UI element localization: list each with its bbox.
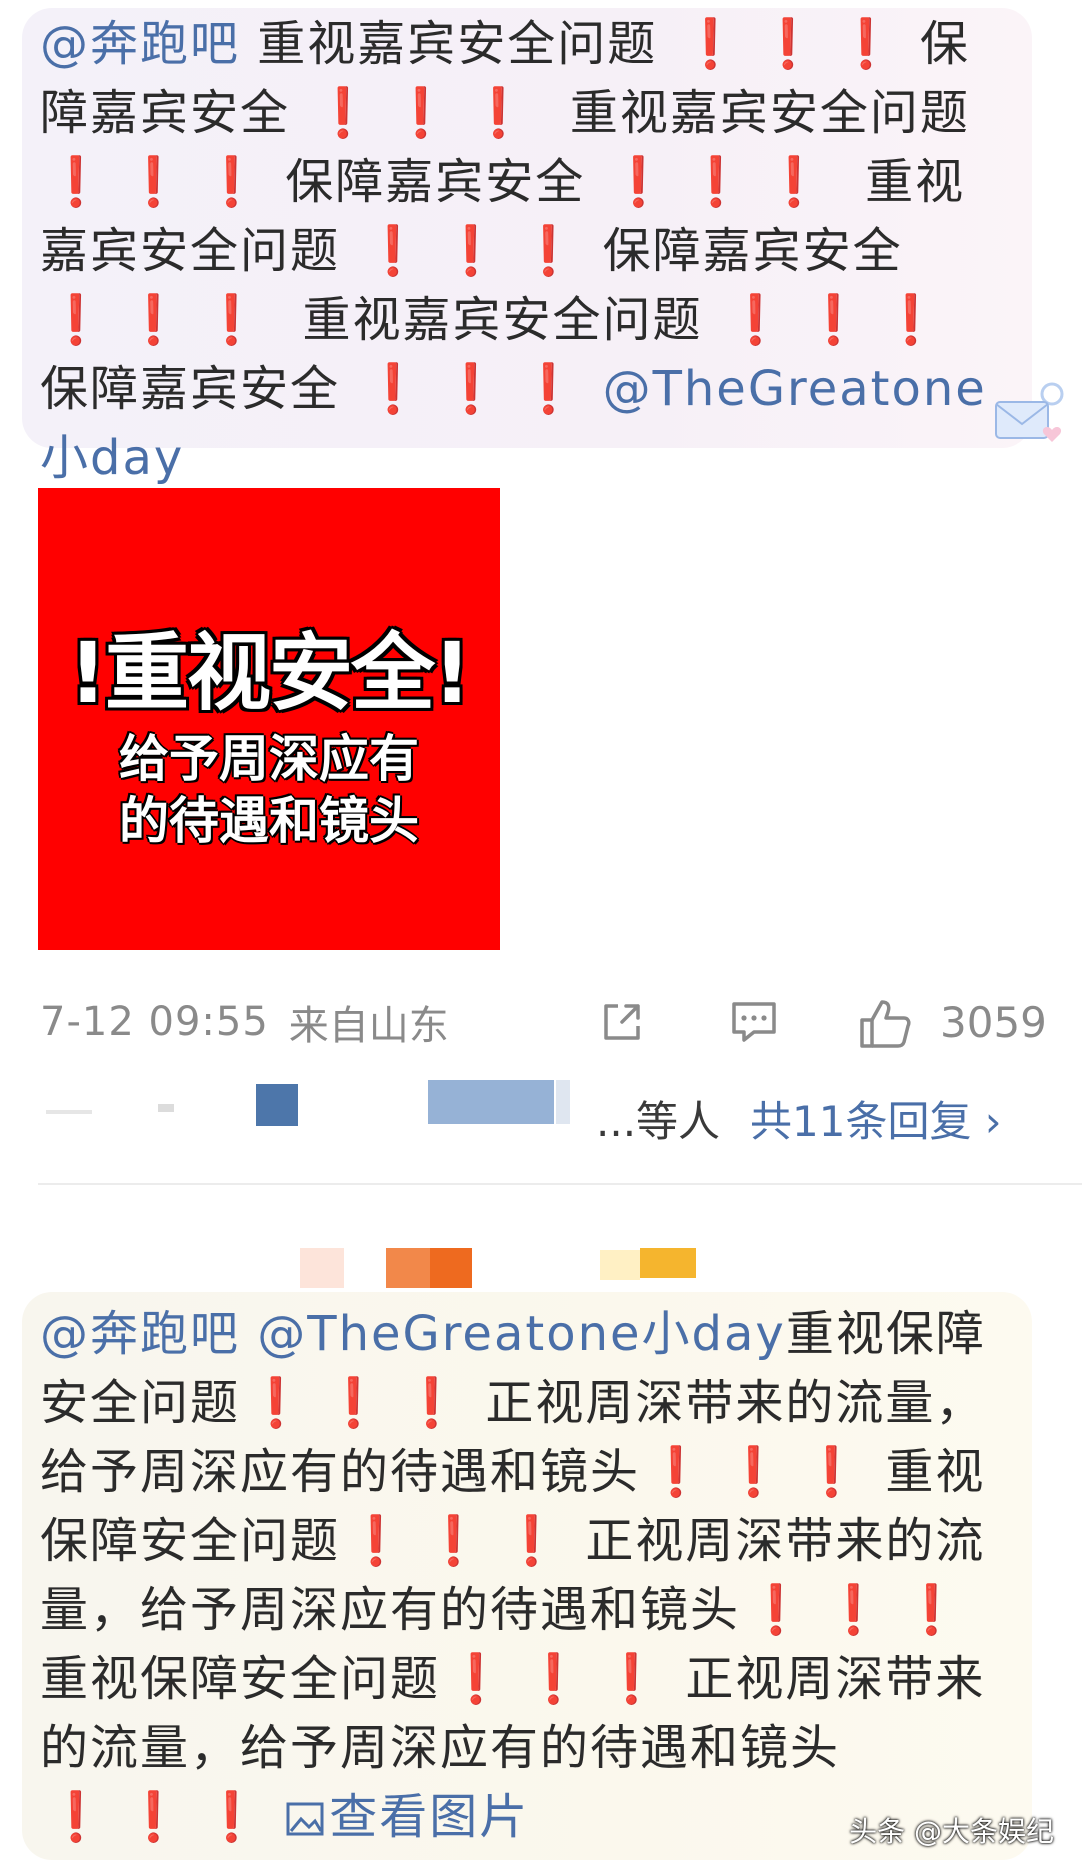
exclamation-emoji: ❗❗❗ [46,1789,280,1845]
image-card-subtitle: 给予周深应有 的待遇和镜头 [38,728,500,852]
comment-meta-row: 7-12 09:55 来自山东 3059 [40,992,1047,1052]
comment-timestamp: 7-12 09:55 [40,999,269,1045]
comment-text-segment: 重视保障安全问题 [40,1651,441,1707]
comment-location: 来自山东 [288,1003,449,1049]
comment-text-segment: 保障嘉宾安全 [285,154,603,210]
replies-row[interactable]: ...等人 共11条回复 › [40,1072,1040,1152]
blurred-name [386,1248,430,1288]
image-icon [286,1802,324,1836]
blurred-name [428,1080,554,1124]
blurred-name [640,1248,696,1278]
exclamation-emoji: ❗❗❗ [313,85,547,141]
envelope-sticker-icon [995,382,1064,442]
image-card-subtitle-line1: 给予周深应有 [119,730,419,788]
exclamation-emoji: ❗❗❗ [46,292,280,348]
view-image-link[interactable]: 查看图片 [285,1789,529,1845]
exclamation-emoji: ❗❗❗ [608,154,842,210]
mention-link[interactable]: @奔跑吧 [40,16,240,72]
blurred-name [300,1248,344,1288]
watermark: 头条 @大条娱纪 [849,1815,1054,1848]
like-count: 3059 [940,998,1047,1047]
exclamation-emoji: ❗❗❗ [46,154,280,210]
exclamation-emoji: ❗❗❗ [446,1651,680,1707]
blurred-name [158,1104,174,1112]
view-replies-link[interactable]: 共11条回复 › [750,1088,1002,1149]
exclamation-emoji: ❗❗❗ [746,1582,980,1638]
blurred-name [46,1110,92,1114]
comment-text-segment: 保障嘉宾安全 [40,361,358,417]
comment-text-segment: 重视嘉宾安全问题 [285,292,720,348]
view-image-label: 查看图片 [329,1789,530,1845]
comment-2-text: @奔跑吧 @TheGreatone小day重视保障安全问题 ❗❗❗ 正视周深带来的流… [40,1300,1015,1852]
exclamation-emoji: ❗❗❗ [346,1513,580,1569]
commenter-name-blurred [300,1240,760,1290]
blurred-avatar [256,1084,298,1126]
image-card-subtitle-line2: 的待遇和镜头 [119,792,419,850]
comment-image-card[interactable]: !重视安全! 给予周深应有 的待遇和镜头 [38,488,500,950]
comment-text-segment: 重视嘉宾安全问题 [240,16,675,72]
exclamation-emoji: ❗❗❗ [646,1444,880,1500]
blurred-name [556,1080,570,1124]
image-card-title: !重视安全! [68,624,472,722]
comment-text-segment: 重视嘉宾安全问题 [552,85,970,141]
exclamation-emoji: ❗❗❗ [725,292,960,348]
comment-1-text: @奔跑吧 重视嘉宾安全问题 ❗❗❗ 保障嘉宾安全 ❗❗❗ 重视嘉宾安全问题 ❗❗❗… [40,10,1015,493]
thumbs-up-icon[interactable] [858,998,912,1050]
divider [38,1183,1082,1185]
comment-text-segment: 保障嘉宾安全 [602,223,903,279]
blurred-name [430,1248,472,1288]
mention-link[interactable]: @奔跑吧 [40,1306,240,1362]
exclamation-emoji: ❗❗❗ [246,1375,480,1431]
mention-link[interactable]: @TheGreatone小day [257,1306,786,1362]
share-icon[interactable] [598,998,646,1046]
blurred-name [600,1250,640,1280]
comment-icon[interactable] [728,998,780,1046]
reply-others-label: ...等人 [596,1097,721,1146]
exclamation-emoji: ❗❗❗ [680,16,914,72]
exclamation-emoji: ❗❗❗ [363,361,597,417]
exclamation-emoji: ❗❗❗ [363,223,597,279]
